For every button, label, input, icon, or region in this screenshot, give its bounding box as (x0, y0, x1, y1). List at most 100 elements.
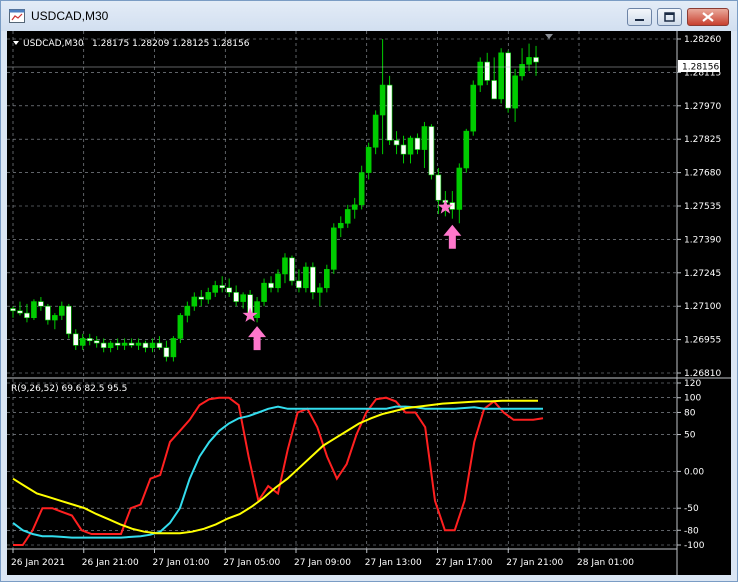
bear-candle (128, 342, 135, 346)
bear-candle (38, 301, 44, 307)
bull-candle (212, 285, 219, 293)
indicator-tick-label: 80 (684, 408, 696, 418)
bear-candle (198, 296, 205, 300)
bear-candle (45, 305, 51, 321)
symbol-label: USDCAD,M30 (23, 39, 84, 49)
indicator-tick-label: 100 (684, 394, 701, 404)
time-tick-label: 27 Jan 13:00 (365, 558, 422, 568)
bull-candle (121, 342, 128, 346)
bear-candle (100, 342, 107, 348)
bull-candle (372, 114, 379, 148)
chart-window: USDCAD,M30 1.28260 1.28115 1.27970 1.27825 1… (0, 0, 738, 582)
maximize-button[interactable] (657, 8, 682, 26)
window-title: USDCAD,M30 (31, 9, 109, 23)
bear-candle (156, 342, 163, 348)
bull-candle (421, 126, 428, 150)
bull-candle (107, 342, 114, 348)
time-tick-label: 27 Jan 17:00 (436, 558, 493, 568)
time-tick-label: 26 Jan 2021 (11, 558, 65, 568)
bear-candle (310, 266, 316, 293)
bear-candle (93, 340, 100, 344)
bear-candle (10, 308, 16, 312)
indicator-label: R(9,26,52) 69.6 82.5 95.5 (11, 384, 127, 394)
bull-candle (477, 61, 484, 86)
bear-candle (17, 310, 23, 314)
bull-candle (240, 294, 246, 302)
bull-candle (519, 64, 525, 77)
bull-candle (191, 296, 198, 307)
bull-candle (303, 266, 309, 289)
bull-candle (330, 227, 337, 270)
up-arrow-icon (248, 326, 267, 351)
bull-candle (526, 57, 532, 65)
bear-candle (233, 292, 239, 302)
chart-shift-marker-icon[interactable] (545, 34, 553, 39)
price-tick-label: 1.27245 (684, 269, 721, 279)
bull-candle (324, 269, 330, 289)
bull-candle (170, 338, 177, 358)
bear-candle (163, 347, 170, 358)
ohlc-label: 1.28175 1.28209 1.28125 1.28156 (92, 39, 250, 49)
indicator-tick-label: 50 (684, 431, 696, 441)
bull-candle (59, 305, 65, 316)
bull-candle (254, 301, 260, 319)
bull-candle (275, 273, 281, 289)
indicator-line-yellow (12, 399, 538, 535)
bull-candle (31, 301, 37, 319)
bear-candle (400, 144, 407, 155)
bull-candle (512, 75, 518, 109)
bull-candle (177, 315, 184, 339)
time-tick-label: 28 Jan 01:00 (577, 558, 634, 568)
bull-candle (470, 84, 477, 132)
price-tick-label: 1.26955 (684, 336, 721, 346)
bear-candle (386, 84, 393, 141)
up-arrow-icon (443, 224, 462, 249)
bull-candle (205, 292, 212, 300)
chart-window-icon (9, 9, 25, 23)
indicator-tick-label: 120 (684, 379, 701, 389)
bear-candle (484, 61, 491, 81)
minimize-button[interactable] (627, 8, 652, 26)
current-price-label: 1.28156 (682, 63, 719, 73)
close-button[interactable] (687, 8, 729, 26)
time-tick-label: 27 Jan 01:00 (153, 558, 210, 568)
bear-candle (114, 342, 121, 346)
bear-candle (268, 282, 274, 289)
bear-candle (219, 285, 226, 289)
indicator-tick-label: -50 (684, 504, 699, 514)
time-tick-label: 27 Jan 21:00 (506, 558, 563, 568)
bear-candle (435, 174, 442, 201)
chart-menu-triangle-icon[interactable] (13, 41, 19, 45)
chart-canvas[interactable]: 1.282601.281151.279701.278251.276801.275… (7, 31, 731, 575)
close-icon (702, 12, 714, 22)
indicator-tick-label: -100 (684, 541, 705, 551)
title-bar[interactable]: USDCAD,M30 (1, 1, 737, 31)
bear-candle (533, 57, 539, 63)
price-tick-label: 1.28260 (684, 35, 721, 45)
bull-candle (282, 257, 288, 275)
bear-candle (289, 257, 295, 282)
bull-candle (407, 137, 414, 155)
maximize-icon (664, 12, 675, 22)
price-tick-label: 1.27680 (684, 169, 721, 179)
chart-area[interactable]: 1.28260 1.28115 1.27970 1.27825 1.27680 1.275… (7, 31, 731, 575)
axis-labels: 1.282601.281151.279701.278251.276801.275… (11, 35, 721, 568)
price-tick-label: 1.27825 (684, 135, 721, 145)
bull-candle (317, 287, 323, 293)
indicator-line-cyan (12, 405, 543, 539)
bull-candle (351, 204, 358, 210)
time-tick-label: 26 Jan 21:00 (82, 558, 139, 568)
bull-candle (463, 130, 470, 169)
bull-candle (79, 338, 86, 346)
bull-candle (498, 52, 504, 100)
bear-candle (414, 137, 421, 150)
bull-candle (184, 305, 191, 316)
time-tick-label: 27 Jan 09:00 (294, 558, 351, 568)
bull-candle (344, 209, 351, 224)
bear-candle (393, 140, 400, 146)
bull-candle (379, 84, 386, 116)
bull-candle (365, 146, 372, 173)
bull-candle (52, 315, 58, 321)
price-candles (10, 39, 539, 362)
minimize-icon (635, 19, 644, 21)
